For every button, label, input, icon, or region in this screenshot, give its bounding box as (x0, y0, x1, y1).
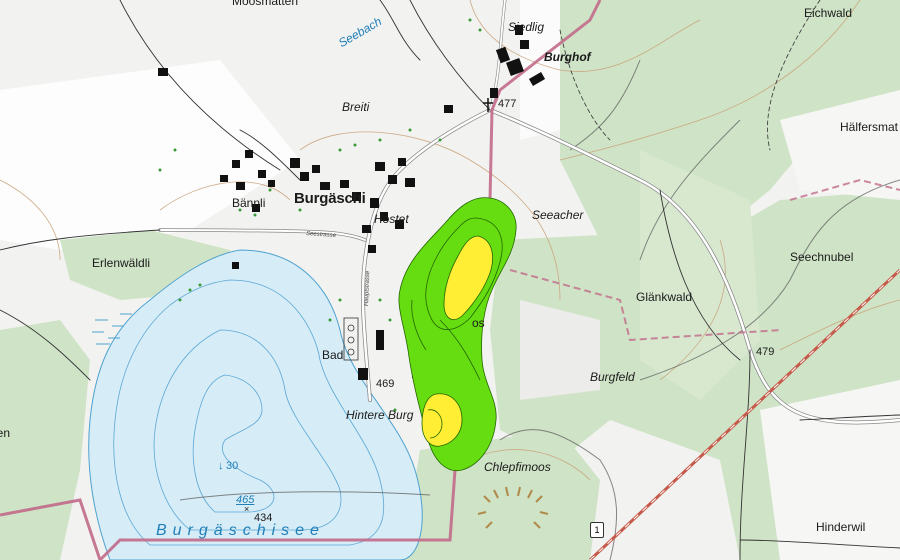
label-hintere-burg: Hintere Burg (346, 408, 414, 422)
road-label-hauptstrasse: Hauptstrasse (364, 270, 372, 307)
depth-30: 30 (226, 460, 239, 472)
label-glaenkwald: Glänkwald (636, 290, 693, 304)
label-hostet: Hostet (374, 212, 409, 226)
label-bad: Bad (322, 348, 344, 362)
depth-arrow: ↓ (218, 460, 224, 472)
height-479: 479 (756, 346, 775, 358)
height-477: 477 (498, 98, 517, 110)
label-lake: Burgäschisee (156, 522, 325, 539)
label-breiti: Breiti (342, 100, 370, 114)
label-burgfeld: Burgfeld (590, 370, 635, 384)
map-viewport[interactable]: Moosmatten Eichwald Siedlig Burghof Brei… (0, 0, 900, 560)
label-seeacher: Seeacher (532, 208, 584, 222)
depth-465: 465 (236, 494, 255, 506)
label-chlepfimoos: Chlepfimoos (484, 460, 551, 474)
label-os-fragment: os (472, 316, 485, 330)
map-canvas[interactable] (0, 0, 900, 560)
route-number-badge: 1 (590, 522, 604, 538)
label-seechnubel: Seechnubel (790, 250, 854, 264)
label-left-edge: nen (0, 426, 11, 440)
label-eichwald: Eichwald (804, 6, 853, 20)
label-erlenwaeldli: Erlenwäldli (92, 256, 151, 270)
label-moosmatten: Moosmatten (232, 0, 299, 8)
height-469: 469 (376, 378, 395, 390)
label-baennli: Bännli (232, 196, 266, 210)
label-haelfersmatt: Hälfersmat (840, 120, 899, 134)
label-burgaeschi: Burgäschi (294, 190, 366, 207)
label-burghof: Burghof (544, 50, 591, 64)
height-434: 434 (254, 512, 273, 524)
label-siedlig: Siedlig (508, 20, 545, 34)
label-hinderwil: Hinderwil (816, 520, 866, 534)
